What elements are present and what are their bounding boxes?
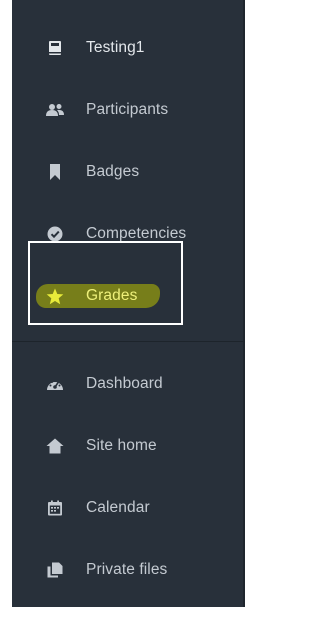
nav-item-label: Private files xyxy=(86,561,168,578)
nav-item-label: Participants xyxy=(86,101,169,118)
nav-drawer: Testing1 Participants Badges Competencie… xyxy=(12,0,245,607)
nav-item-label: Calendar xyxy=(86,499,150,516)
dashboard-gauge-icon xyxy=(46,375,64,393)
nav-item-calendar[interactable]: Calendar xyxy=(12,488,245,528)
course-book-icon xyxy=(46,39,64,57)
calendar-icon xyxy=(46,499,64,517)
nav-divider xyxy=(12,341,245,342)
nav-item-label: Testing1 xyxy=(86,39,145,56)
nav-item-site-home[interactable]: Site home xyxy=(12,426,245,466)
nav-item-dashboard[interactable]: Dashboard xyxy=(12,364,245,404)
nav-item-label: Site home xyxy=(86,437,157,454)
nav-item-participants[interactable]: Participants xyxy=(12,90,245,130)
nav-item-private-files[interactable]: Private files xyxy=(12,550,245,590)
nav-item-label: Badges xyxy=(86,163,140,180)
nav-item-label: Dashboard xyxy=(86,375,163,392)
screenshot-frame: Testing1 Participants Badges Competencie… xyxy=(0,0,249,621)
annotation-highlight-box xyxy=(28,241,183,325)
nav-item-course[interactable]: Testing1 xyxy=(12,28,245,68)
home-icon xyxy=(46,437,64,455)
nav-item-badges[interactable]: Badges xyxy=(12,152,245,192)
bookmark-icon xyxy=(46,163,64,181)
users-icon xyxy=(46,101,64,119)
files-icon xyxy=(46,561,64,579)
